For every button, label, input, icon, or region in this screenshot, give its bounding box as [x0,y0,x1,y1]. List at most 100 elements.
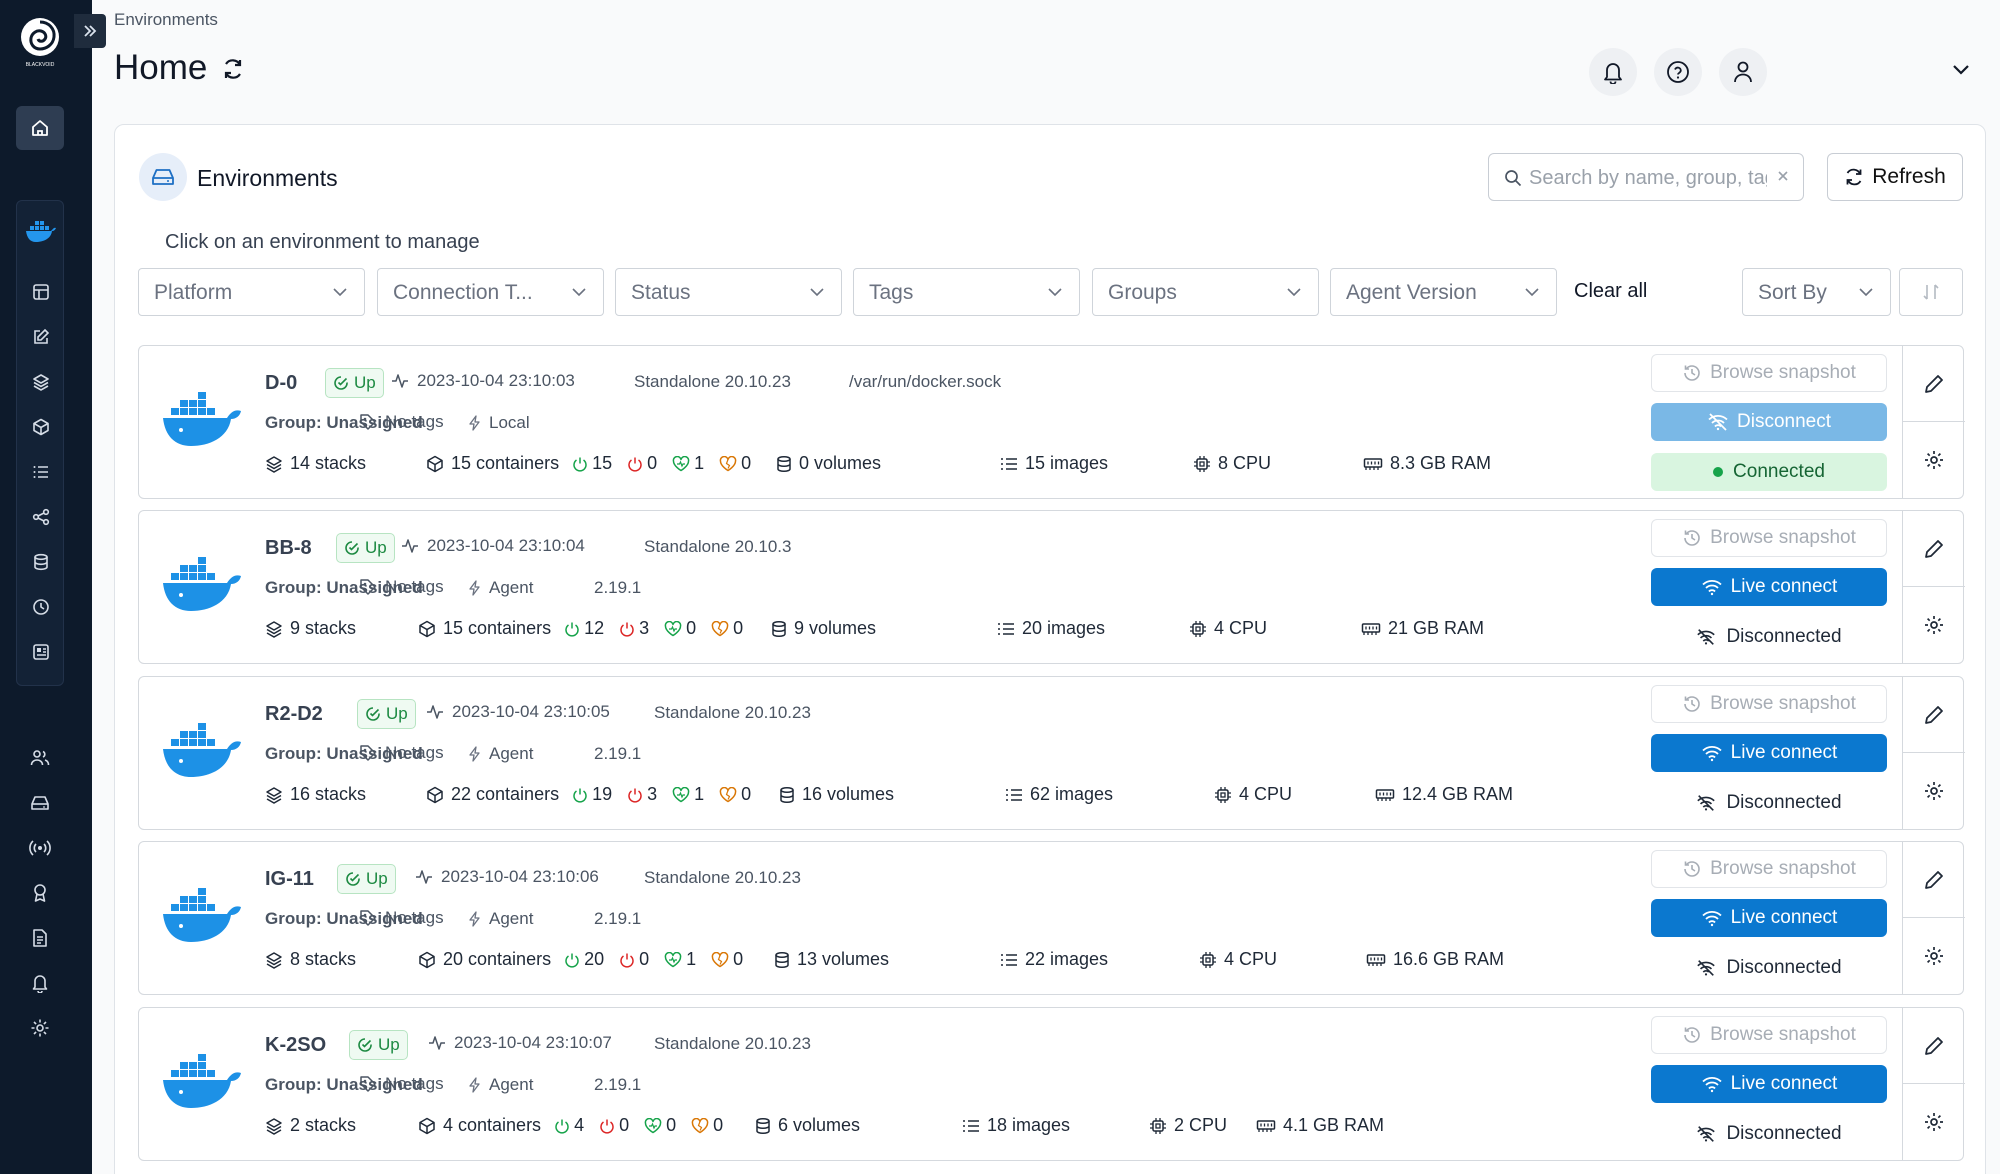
cpu-icon [1190,620,1206,637]
environment-type: Local [469,413,530,433]
heartbeat-timestamp: 2023-10-04 23:10:07 [428,1033,612,1053]
ram-text: 4.1 GB RAM [1283,1115,1385,1135]
filter-label: Groups [1108,281,1177,304]
sidebar-item-environment[interactable] [17,211,65,251]
browse-snapshot-button[interactable]: Browse snapshot [1651,519,1887,557]
live-connect-button[interactable]: Live connect [1651,568,1887,606]
dashboard-icon [33,284,49,300]
heartbeat-timestamp: 2023-10-04 23:10:03 [391,371,575,391]
sidebar-item-home[interactable] [16,106,64,150]
filter-platform[interactable]: Platform [138,268,365,316]
stopped-count: 0 [619,949,649,970]
environment-settings-button[interactable] [1903,753,1965,829]
filter-groups[interactable]: Groups [1092,268,1319,316]
filter-agent-version[interactable]: Agent Version [1330,268,1557,316]
sidebar-item-users[interactable] [20,740,60,776]
blackvoid-logo[interactable]: BLACKVOID [18,16,62,70]
edit-environment-button[interactable] [1903,346,1965,422]
volumes-count: 6 volumes [755,1115,860,1136]
browse-snapshot-button[interactable]: Browse snapshot [1651,354,1887,392]
user-menu-button[interactable] [1719,48,1767,96]
volumes-text: 13 volumes [797,949,890,969]
sort-icon [1923,284,1939,300]
clear-all-button[interactable]: Clear all [1574,280,1647,303]
heartbeat-timestamp: 2023-10-04 23:10:04 [401,536,585,556]
power-off-icon [600,1119,614,1134]
edit-environment-button[interactable] [1903,842,1965,918]
card-actions [1902,511,1965,663]
environment-settings-button[interactable] [1903,1084,1965,1160]
sidebar-item-volumes[interactable] [17,542,65,582]
healthy-text: 0 [666,1115,677,1135]
notifications-button[interactable] [1589,48,1637,96]
environment-type: Agent [469,1075,533,1095]
search-input[interactable] [1529,166,1767,190]
sidebar-item-dashboard[interactable] [17,272,65,312]
sidebar-item-containers[interactable] [17,407,65,447]
help-button[interactable] [1654,48,1702,96]
edit-environment-button[interactable] [1903,511,1965,587]
history-icon [1684,861,1700,877]
environments-panel: Environments Refresh Click on an environ… [114,124,1986,1174]
sidebar-item-images[interactable] [17,452,65,492]
filter-status[interactable]: Status [615,268,842,316]
browse-snapshot-button[interactable]: Browse snapshot [1651,850,1887,888]
filter-connection-type[interactable]: Connection T... [377,268,604,316]
cpu-text: 4 CPU [1224,949,1278,969]
cpu-count: 4 CPU [1189,618,1267,639]
environment-card-d-0[interactable]: D-0 Up 2023-10-04 23:10:03 Standalone 20… [138,345,1965,499]
disconnect-button[interactable]: Disconnect [1651,403,1887,441]
browse-snapshot-button[interactable]: Browse snapshot [1651,1016,1887,1054]
environment-card-k-2so[interactable]: K-2SO Up 2023-10-04 23:10:07 Standalone … [138,1007,1965,1161]
filter-tags[interactable]: Tags [853,268,1080,316]
sidebar-item-edge[interactable] [20,830,60,866]
reload-icon[interactable] [220,56,246,82]
browse-snapshot-button[interactable]: Browse snapshot [1651,685,1887,723]
status-badge: Up [349,1030,408,1060]
environment-settings-button[interactable] [1903,587,1965,663]
sort-order-button[interactable] [1899,268,1963,316]
sidebar-item-stacks[interactable] [17,362,65,402]
power-off-icon [628,457,642,472]
environment-card-bb-8[interactable]: BB-8 Up 2023-10-04 23:10:04 Standalone 2… [138,510,1965,664]
timestamp-text: 2023-10-04 23:10:07 [454,1033,612,1052]
sidebar-item-logs[interactable] [20,920,60,956]
expand-sidebar-button[interactable] [74,14,106,48]
connection-state: Connected [1651,453,1887,491]
search-field[interactable] [1488,153,1804,201]
environment-settings-button[interactable] [1903,422,1965,498]
timestamp-text: 2023-10-04 23:10:06 [441,867,599,886]
breadcrumb[interactable]: Environments [114,10,218,30]
sidebar-item-licenses[interactable] [20,875,60,911]
sort-by-select[interactable]: Sort By [1742,268,1891,316]
sidebar-item-events[interactable] [17,587,65,627]
environment-card-ig-11[interactable]: IG-11 Up 2023-10-04 23:10:06 Standalone … [138,841,1965,995]
running-text: 12 [584,618,605,638]
docker-icon [161,388,247,448]
refresh-button[interactable]: Refresh [1827,153,1963,201]
cube-icon [427,786,443,803]
edit-environment-button[interactable] [1903,1008,1965,1084]
sidebar-item-templates[interactable] [17,317,65,357]
sidebar-item-notifications[interactable] [20,965,60,1001]
live-connect-button[interactable]: Live connect [1651,734,1887,772]
power-off-icon [620,953,634,968]
ram-text: 12.4 GB RAM [1402,784,1514,804]
close-icon[interactable] [1775,168,1791,184]
edit-environment-button[interactable] [1903,677,1965,753]
sidebar-item-networks[interactable] [17,497,65,537]
volumes-count: 9 volumes [771,618,876,639]
live-connect-button[interactable]: Live connect [1651,1065,1887,1103]
sidebar-item-host[interactable] [17,632,65,672]
sidebar-item-settings[interactable] [20,1010,60,1046]
environment-card-r2-d2[interactable]: R2-D2 Up 2023-10-04 23:10:05 Standalone … [138,676,1965,830]
wifi-off-icon [1697,1126,1716,1142]
images-count: 15 images [1000,453,1108,474]
environment-settings-button[interactable] [1903,918,1965,994]
tag-icon [360,910,376,926]
sidebar-item-environments[interactable] [20,785,60,821]
live-connect-button[interactable]: Live connect [1651,899,1887,937]
chevron-down-icon [333,288,347,297]
certificate-icon [34,884,46,902]
chevron-down-icon[interactable] [1950,62,1972,78]
